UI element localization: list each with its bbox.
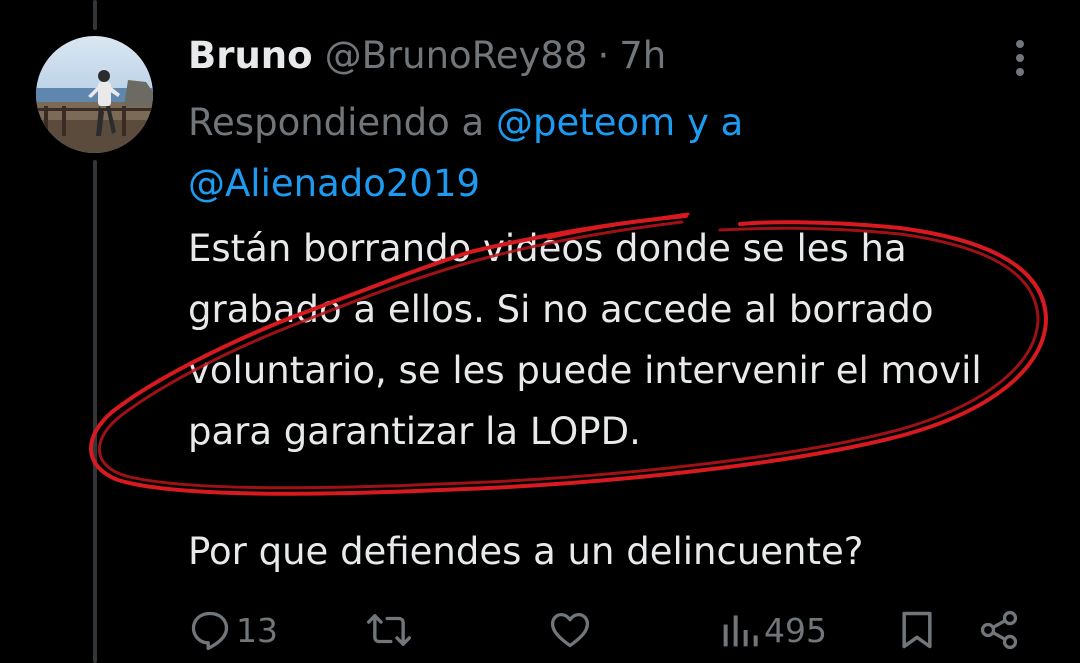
avatar[interactable] bbox=[36, 36, 153, 153]
timestamp[interactable]: 7h bbox=[619, 30, 666, 82]
share-icon bbox=[980, 610, 1018, 650]
reply-prefix: Respondiendo a bbox=[188, 101, 485, 144]
views-icon bbox=[723, 615, 758, 647]
share-button[interactable] bbox=[976, 600, 1022, 660]
action-bar: 13 495 bbox=[0, 600, 1080, 660]
thread-line-bottom bbox=[93, 160, 97, 663]
views-button[interactable]: 495 bbox=[720, 600, 827, 660]
user-handle[interactable]: @BrunoRey88 bbox=[325, 30, 588, 82]
tweet-paragraph-2: Por que defiendes a un delincuente? bbox=[188, 530, 864, 573]
retweet-icon bbox=[366, 614, 412, 646]
display-name[interactable]: Bruno bbox=[188, 30, 313, 82]
header-separator: · bbox=[597, 34, 610, 77]
thread-line-top bbox=[93, 0, 97, 30]
views-count: 495 bbox=[764, 610, 827, 650]
tweet-text: Están borrando videos donde se les ha gr… bbox=[188, 218, 1068, 573]
replying-to: Respondiendo a @peteom y a @Alienado2019 bbox=[188, 92, 1048, 214]
reply-connector: y a bbox=[686, 101, 744, 144]
bookmark-button[interactable] bbox=[896, 600, 938, 660]
mention-link-1[interactable]: @peteom bbox=[496, 101, 675, 144]
tweet-header: Bruno @BrunoRey88 · 7h bbox=[188, 30, 666, 82]
tweet-paragraph-1: Están borrando videos donde se les ha gr… bbox=[188, 227, 982, 453]
more-options-button[interactable] bbox=[1004, 38, 1036, 78]
avatar-photo bbox=[36, 36, 153, 153]
retweet-button[interactable] bbox=[366, 600, 412, 660]
mention-link-2[interactable]: @Alienado2019 bbox=[188, 162, 480, 205]
bookmark-icon bbox=[902, 611, 932, 649]
heart-icon bbox=[550, 612, 590, 648]
reply-button[interactable]: 13 bbox=[188, 600, 278, 660]
more-vertical-icon bbox=[1016, 40, 1024, 76]
like-button[interactable] bbox=[548, 600, 592, 660]
reply-icon bbox=[191, 611, 229, 650]
reply-count: 13 bbox=[236, 610, 278, 650]
